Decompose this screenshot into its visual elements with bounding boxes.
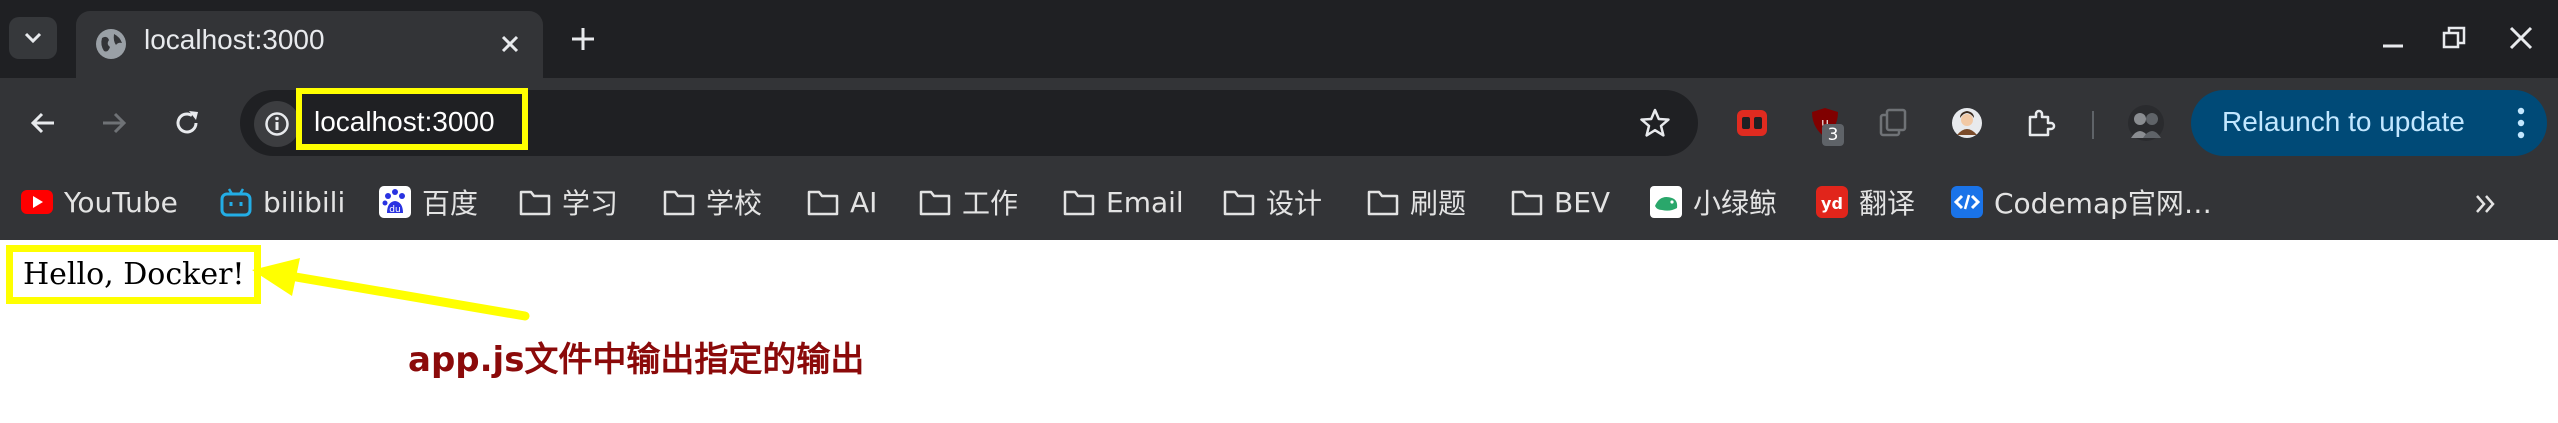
reload-button[interactable] xyxy=(164,100,210,146)
folder-icon xyxy=(918,185,952,219)
youtube-icon xyxy=(20,185,54,219)
youdao-icon: yd xyxy=(1815,185,1849,219)
toolbar-divider xyxy=(2092,111,2094,139)
svg-text:yd: yd xyxy=(1821,194,1843,213)
bookmark-folder-sheji[interactable]: 设计 xyxy=(1222,180,1322,224)
profile-avatar[interactable] xyxy=(2125,102,2167,144)
forward-button[interactable] xyxy=(91,100,137,146)
tab-strip: localhost:3000 xyxy=(0,0,2558,78)
double-chevron-right-icon xyxy=(2476,195,2495,213)
bookmark-folder-gongzuo[interactable]: 工作 xyxy=(918,180,1018,224)
bilibili-icon xyxy=(219,185,253,219)
address-bar[interactable]: localhost:3000 xyxy=(240,88,1698,156)
arrow-right-icon xyxy=(103,112,127,134)
bookmarks-bar: YouTube bilibili du 百度 学习 学校 AI 工作 Email… xyxy=(0,168,2558,240)
folder-icon xyxy=(1222,185,1256,219)
bookmark-star-icon[interactable] xyxy=(1638,106,1672,140)
bookmark-baidu[interactable]: du 百度 xyxy=(378,180,478,224)
svg-text:du: du xyxy=(389,205,400,215)
url-text[interactable]: localhost:3000 xyxy=(314,106,495,138)
globe-icon xyxy=(96,29,126,59)
bookmark-folder-xuexiao[interactable]: 学校 xyxy=(662,180,762,224)
baidu-icon: du xyxy=(378,185,412,219)
chevron-down-icon xyxy=(24,32,42,44)
ublock-badge: 3 xyxy=(1822,124,1844,146)
back-button[interactable] xyxy=(20,100,66,146)
annotation-arrow xyxy=(252,258,530,321)
bookmark-fanyi[interactable]: yd 翻译 xyxy=(1815,180,1915,224)
restore-icon xyxy=(2442,26,2466,49)
extension-red-icon[interactable] xyxy=(1731,102,1773,144)
ublock-shield-icon[interactable]: u 3 xyxy=(1804,102,1846,146)
new-tab-button[interactable] xyxy=(563,19,603,59)
folder-icon xyxy=(518,185,552,219)
bookmark-xiaolvjing[interactable]: 小绿鲸 xyxy=(1649,180,1777,224)
xiaolvjing-icon xyxy=(1649,185,1683,219)
reload-icon xyxy=(176,111,198,134)
tab-title: localhost:3000 xyxy=(144,24,325,55)
folder-icon xyxy=(806,185,840,219)
close-icon xyxy=(2509,26,2533,50)
page-content: Hello, Docker! app.js文件中输出指定的输出 xyxy=(0,240,2558,423)
profile-extension-icon[interactable] xyxy=(1946,102,1988,144)
bookmark-codemap[interactable]: Codemap官网… xyxy=(1950,180,2212,224)
bookmark-folder-bev[interactable]: BEV xyxy=(1510,180,1610,224)
minimize-button[interactable] xyxy=(2368,18,2418,58)
restore-button[interactable] xyxy=(2429,18,2479,58)
bookmark-bilibili[interactable]: bilibili xyxy=(219,180,345,224)
puzzle-extensions-icon[interactable] xyxy=(2019,102,2061,144)
folder-icon xyxy=(1366,185,1400,219)
arrow-left-icon xyxy=(30,112,54,134)
plus-icon xyxy=(572,28,594,50)
site-info-icon[interactable] xyxy=(254,101,300,147)
close-window-button[interactable] xyxy=(2496,18,2546,58)
bookmark-folder-ai[interactable]: AI xyxy=(806,180,877,224)
bookmark-folder-shuati[interactable]: 刷题 xyxy=(1366,180,1466,224)
copy-extension-icon[interactable] xyxy=(1872,102,1914,144)
folder-icon xyxy=(662,185,696,219)
more-vert-icon[interactable] xyxy=(2515,106,2527,140)
tab-active[interactable]: localhost:3000 xyxy=(76,11,543,78)
codemap-icon xyxy=(1950,185,1984,219)
tab-search-button[interactable] xyxy=(9,17,57,59)
relaunch-to-update-button[interactable]: Relaunch to update xyxy=(2191,90,2547,156)
bookmarks-overflow-button[interactable] xyxy=(2466,184,2506,224)
bookmark-folder-xuexi[interactable]: 学习 xyxy=(518,180,618,224)
folder-icon xyxy=(1062,185,1096,219)
toolbar: localhost:3000 u 3 Relaunch to update xyxy=(0,78,2558,168)
annotation-caption: app.js文件中输出指定的输出 xyxy=(408,340,865,380)
close-tab-icon[interactable] xyxy=(495,29,525,59)
folder-icon xyxy=(1510,185,1544,219)
relaunch-label: Relaunch to update xyxy=(2222,106,2465,137)
minimize-icon xyxy=(2383,44,2403,48)
bookmark-folder-email[interactable]: Email xyxy=(1062,180,1184,224)
bookmark-youtube[interactable]: YouTube xyxy=(20,180,178,224)
